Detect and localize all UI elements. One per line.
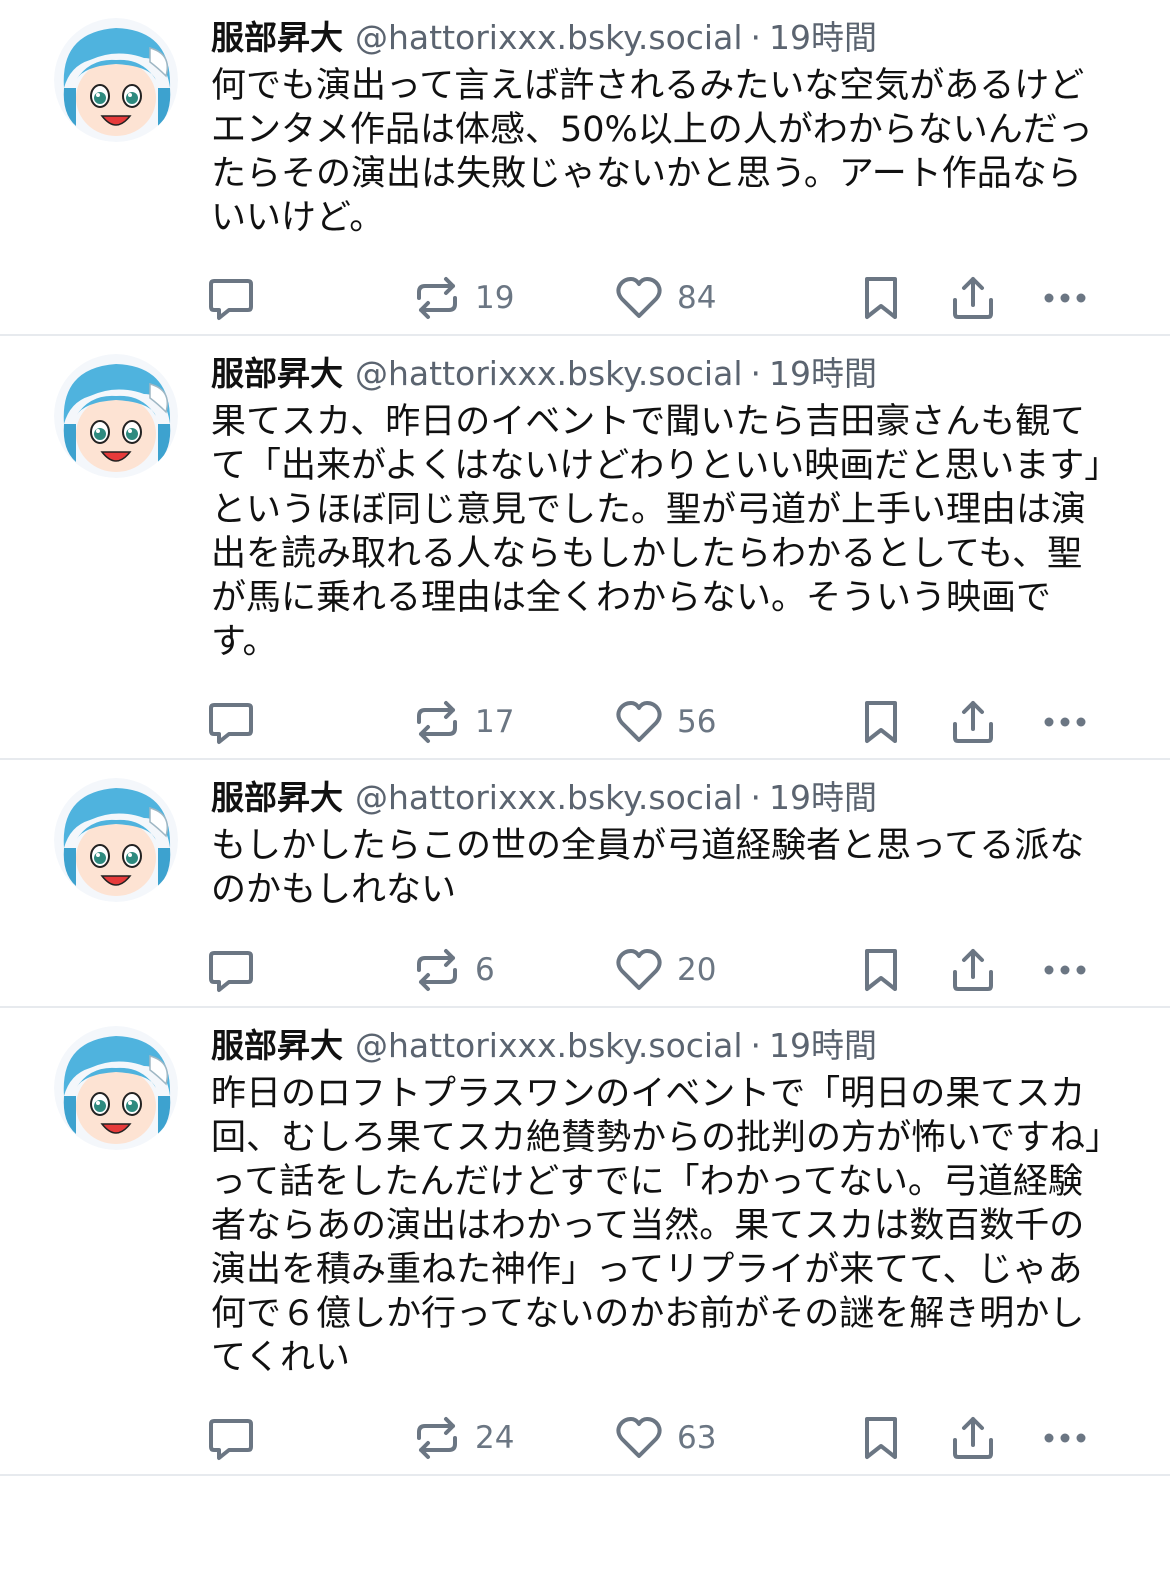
heart-icon: [613, 944, 665, 996]
bookmark-icon: [855, 696, 907, 748]
repost-icon: [411, 944, 463, 996]
repost-icon: [411, 1412, 463, 1464]
post-text: 果てスカ、昨日のイベントで聞いたら吉田豪さんも観てて「出来がよくはないけどわりと…: [211, 402, 1102, 662]
post-text: 何でも演出って言えば許されるみたいな空気があるけどエンタメ作品は体感、50%以上…: [211, 66, 1093, 238]
share-icon: [947, 272, 999, 324]
like-button[interactable]: 56: [613, 686, 716, 758]
avatar[interactable]: [54, 1026, 178, 1150]
header-separator: ·: [750, 354, 762, 393]
post-header: 服部昇大 @hattorixxx.bsky.social · 19時間: [211, 1022, 1116, 1070]
post-feed: 服部昇大 @hattorixxx.bsky.social · 19時間 何でも演…: [0, 0, 1170, 1476]
ellipsis-icon: [1039, 1412, 1091, 1464]
heart-icon: [613, 272, 665, 324]
post[interactable]: 服部昇大 @hattorixxx.bsky.social · 19時間 何でも演…: [0, 0, 1170, 336]
author-name[interactable]: 服部昇大: [211, 1022, 343, 1070]
reply-button[interactable]: [205, 1402, 257, 1474]
speech-bubble-icon: [205, 944, 257, 996]
post-actions: 19 84: [209, 262, 1116, 334]
like-button[interactable]: 20: [613, 934, 716, 1006]
author-handle[interactable]: @hattorixxx.bsky.social: [355, 14, 743, 62]
post-content: 服部昇大 @hattorixxx.bsky.social · 19時間 もしかし…: [209, 774, 1116, 1006]
repost-button[interactable]: 6: [411, 934, 495, 1006]
share-icon: [947, 944, 999, 996]
author-name[interactable]: 服部昇大: [211, 14, 343, 62]
like-button[interactable]: 63: [613, 1402, 716, 1474]
more-options-button[interactable]: [1039, 686, 1091, 758]
post-actions: 6 20: [209, 934, 1116, 1006]
speech-bubble-icon: [205, 1412, 257, 1464]
header-separator: ·: [750, 18, 762, 57]
more-options-button[interactable]: [1039, 934, 1091, 1006]
like-button[interactable]: 84: [613, 262, 716, 334]
repost-icon: [411, 272, 463, 324]
post-time[interactable]: 19時間: [769, 350, 877, 398]
post[interactable]: 服部昇大 @hattorixxx.bsky.social · 19時間 昨日のロ…: [0, 1008, 1170, 1476]
post-actions: 24 63: [209, 1402, 1116, 1474]
author-handle[interactable]: @hattorixxx.bsky.social: [355, 350, 743, 398]
like-count: 84: [677, 280, 717, 316]
ellipsis-icon: [1039, 272, 1091, 324]
share-button[interactable]: [947, 262, 999, 334]
ellipsis-icon: [1039, 696, 1091, 748]
repost-icon: [411, 696, 463, 748]
like-count: 20: [677, 952, 717, 988]
share-button[interactable]: [947, 686, 999, 758]
post-time[interactable]: 19時間: [769, 14, 877, 62]
bookmark-button[interactable]: [855, 934, 907, 1006]
more-options-button[interactable]: [1039, 262, 1091, 334]
header-separator: ·: [750, 778, 762, 817]
speech-bubble-icon: [205, 696, 257, 748]
reply-button[interactable]: [205, 262, 257, 334]
repost-button[interactable]: 19: [411, 262, 514, 334]
share-button[interactable]: [947, 934, 999, 1006]
avatar[interactable]: [54, 778, 178, 902]
post-header: 服部昇大 @hattorixxx.bsky.social · 19時間: [211, 14, 1116, 62]
speech-bubble-icon: [205, 272, 257, 324]
bookmark-icon: [855, 944, 907, 996]
post-content: 服部昇大 @hattorixxx.bsky.social · 19時間 何でも演…: [209, 14, 1116, 334]
post-time[interactable]: 19時間: [769, 774, 877, 822]
repost-count: 19: [475, 280, 515, 316]
post-time[interactable]: 19時間: [769, 1022, 877, 1070]
share-icon: [947, 696, 999, 748]
bookmark-button[interactable]: [855, 686, 907, 758]
avatar[interactable]: [54, 354, 178, 478]
author-handle[interactable]: @hattorixxx.bsky.social: [355, 774, 743, 822]
heart-icon: [613, 696, 665, 748]
avatar[interactable]: [54, 18, 178, 142]
post-actions: 17 56: [209, 686, 1116, 758]
reply-button[interactable]: [205, 686, 257, 758]
post-text: 昨日のロフトプラスワンのイベントで「明日の果てスカ回、むしろ果てスカ絶賛勢からの…: [211, 1074, 1103, 1378]
reply-button[interactable]: [205, 934, 257, 1006]
repost-button[interactable]: 24: [411, 1402, 514, 1474]
bookmark-icon: [855, 1412, 907, 1464]
post[interactable]: 服部昇大 @hattorixxx.bsky.social · 19時間 もしかし…: [0, 760, 1170, 1008]
like-count: 63: [677, 1420, 717, 1456]
ellipsis-icon: [1039, 944, 1091, 996]
repost-count: 17: [475, 704, 515, 740]
author-handle[interactable]: @hattorixxx.bsky.social: [355, 1022, 743, 1070]
post-header: 服部昇大 @hattorixxx.bsky.social · 19時間: [211, 774, 1116, 822]
bookmark-button[interactable]: [855, 262, 907, 334]
repost-button[interactable]: 17: [411, 686, 514, 758]
share-icon: [947, 1412, 999, 1464]
heart-icon: [613, 1412, 665, 1464]
repost-count: 6: [475, 952, 495, 988]
repost-count: 24: [475, 1420, 515, 1456]
like-count: 56: [677, 704, 717, 740]
header-separator: ·: [750, 1026, 762, 1065]
author-name[interactable]: 服部昇大: [211, 774, 343, 822]
share-button[interactable]: [947, 1402, 999, 1474]
bookmark-icon: [855, 272, 907, 324]
more-options-button[interactable]: [1039, 1402, 1091, 1474]
author-name[interactable]: 服部昇大: [211, 350, 343, 398]
post[interactable]: 服部昇大 @hattorixxx.bsky.social · 19時間 果てスカ…: [0, 336, 1170, 760]
post-text: もしかしたらこの世の全員が弓道経験者と思ってる派なのかもしれない: [211, 826, 1085, 910]
bookmark-button[interactable]: [855, 1402, 907, 1474]
post-content: 服部昇大 @hattorixxx.bsky.social · 19時間 果てスカ…: [209, 350, 1116, 758]
post-header: 服部昇大 @hattorixxx.bsky.social · 19時間: [211, 350, 1116, 398]
post-content: 服部昇大 @hattorixxx.bsky.social · 19時間 昨日のロ…: [209, 1022, 1116, 1474]
